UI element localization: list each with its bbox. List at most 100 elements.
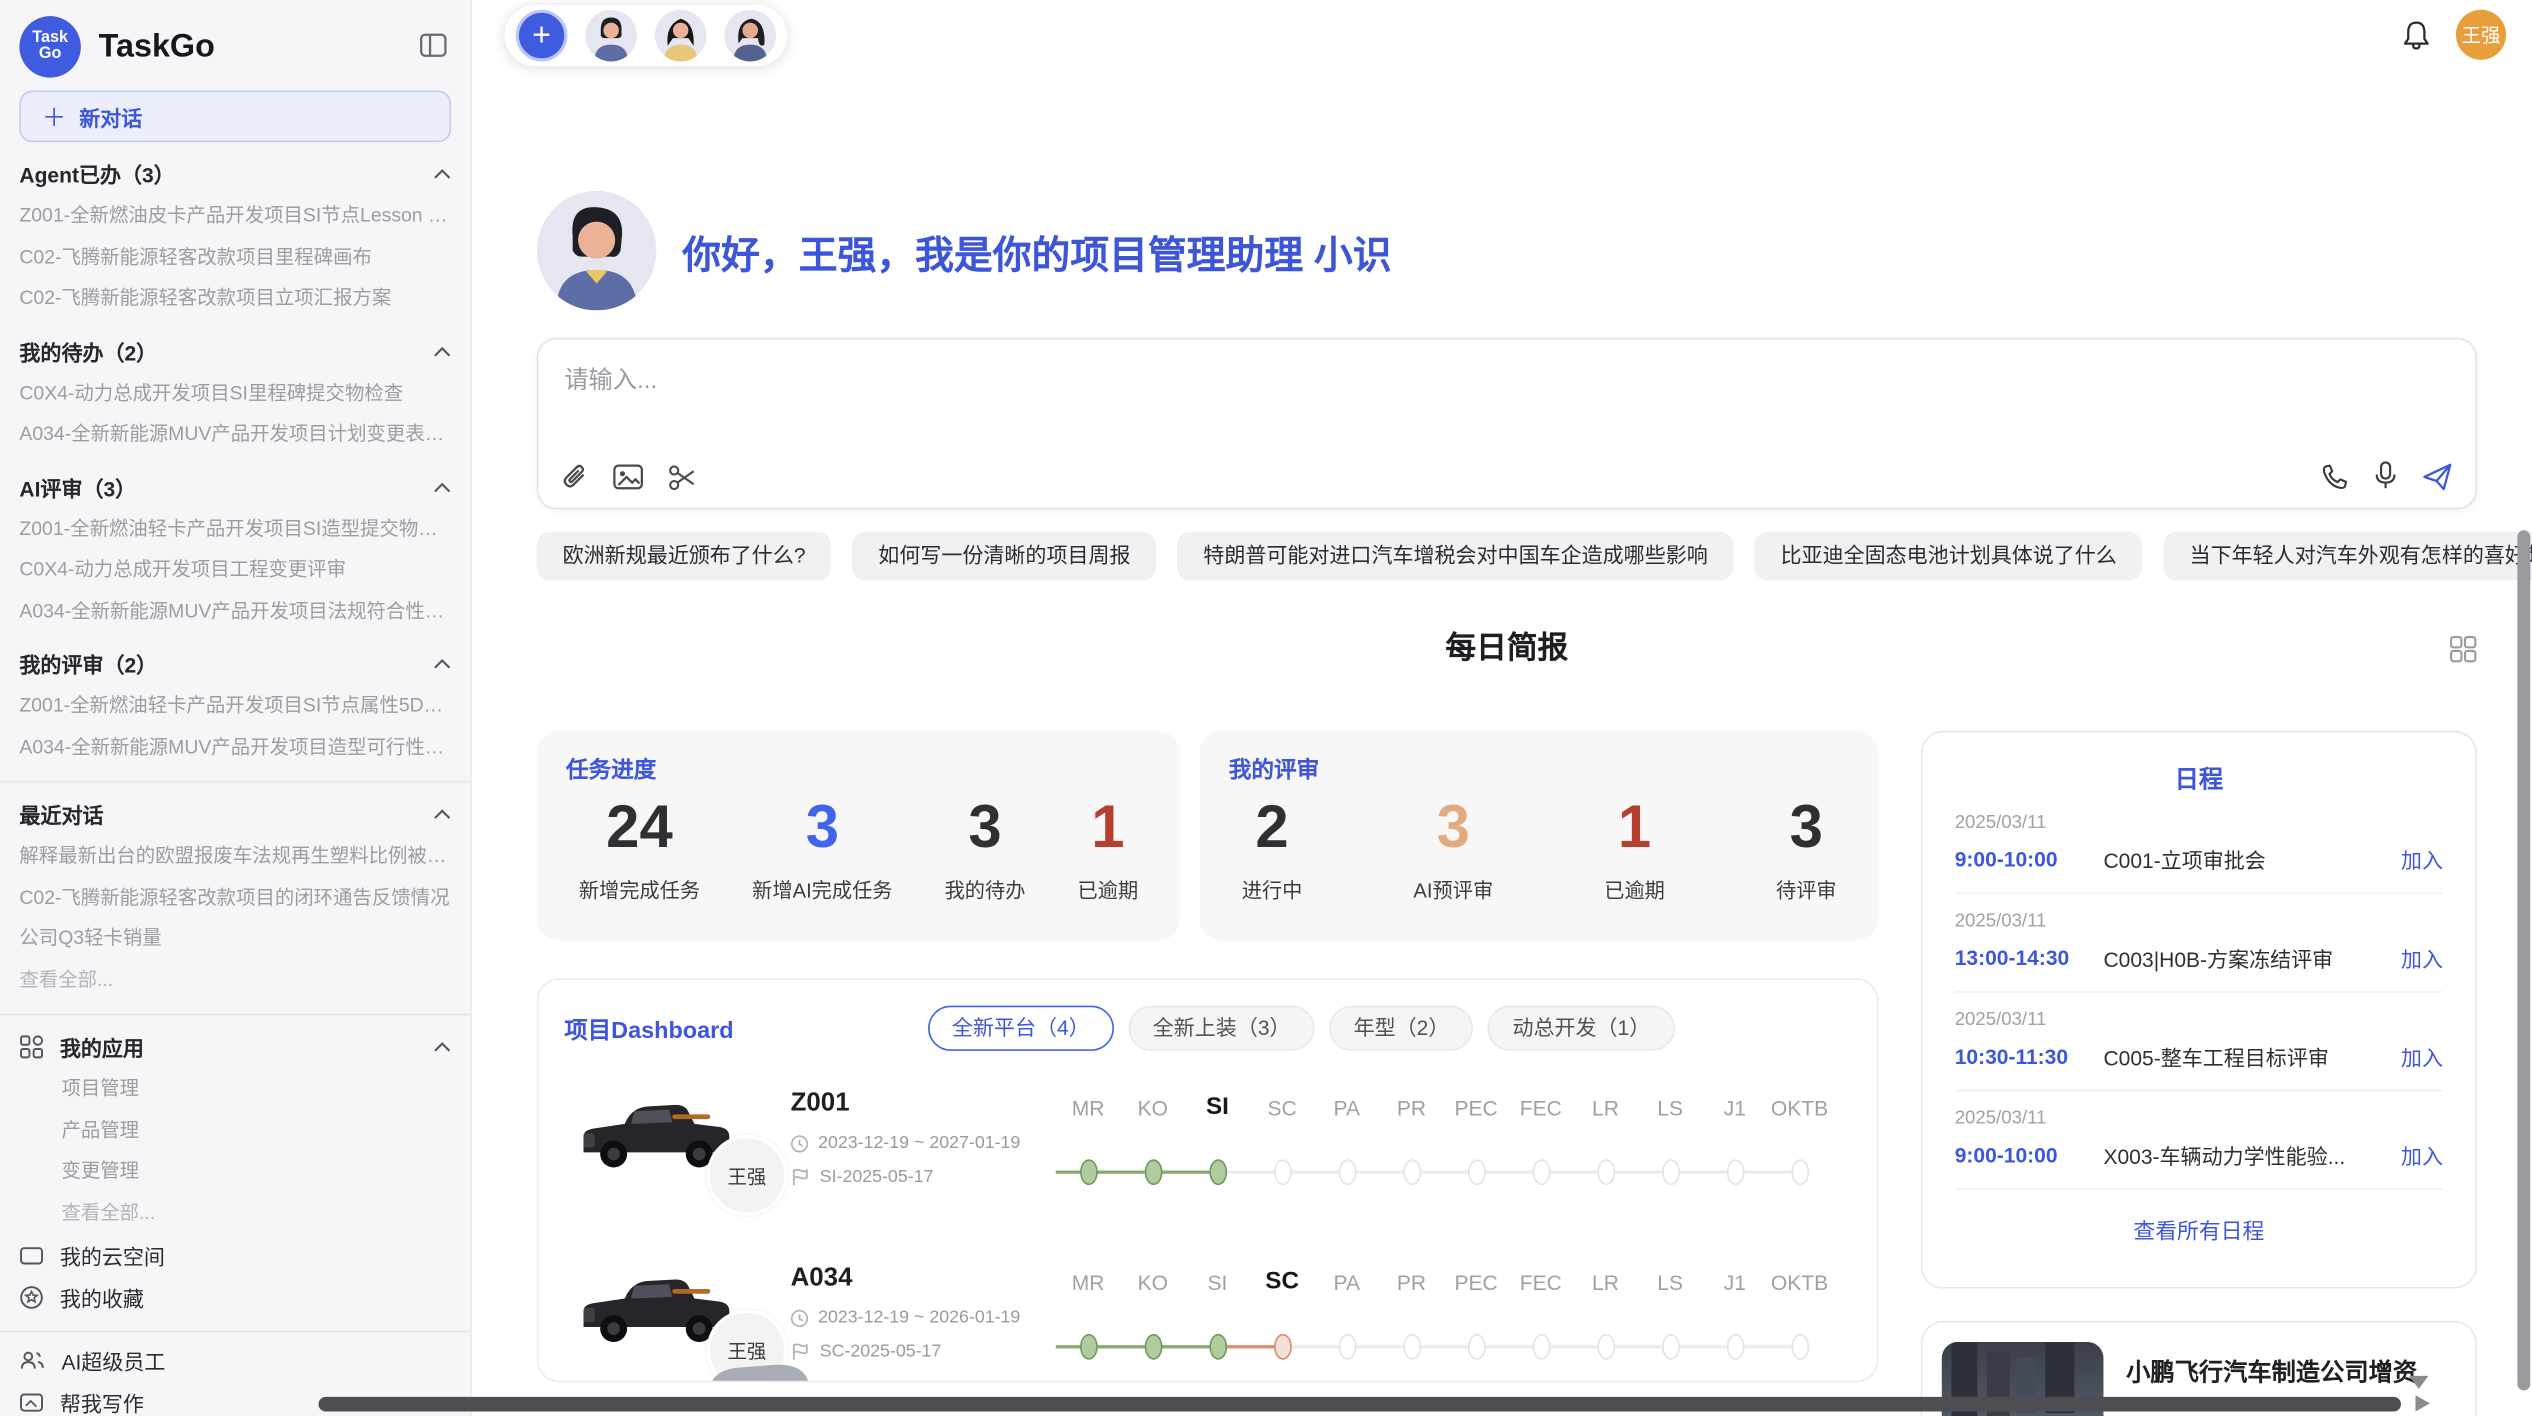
milestone-node	[1467, 1334, 1485, 1360]
stat-value: 1	[1604, 792, 1665, 863]
attachment-icon[interactable]	[561, 462, 588, 491]
sidebar-item-ai-super-staff[interactable]: AI超级员工	[19, 1339, 451, 1381]
list-item[interactable]: 公司Q3轻卡销量	[19, 918, 451, 959]
vertical-scrollbar-thumb[interactable]	[2517, 530, 2530, 1390]
section-header-agent-done[interactable]: Agent已办（3）	[19, 152, 451, 196]
greeting-row: 你好，王强，我是你的项目管理助理 小识	[537, 191, 2477, 311]
milestone-node	[1273, 1159, 1291, 1185]
join-link[interactable]: 加入	[2401, 1041, 2443, 1072]
layout-grid-icon[interactable]	[2449, 635, 2476, 662]
milestone-node	[1403, 1159, 1421, 1185]
join-link[interactable]: 加入	[2401, 844, 2443, 875]
sidebar-item-product-mgmt[interactable]: 产品管理	[19, 1110, 451, 1151]
clock-icon	[791, 1134, 809, 1152]
view-all-schedule-link[interactable]: 查看所有日程	[1955, 1213, 2443, 1245]
phone-call-icon[interactable]	[2320, 462, 2349, 491]
folder-icon	[19, 1244, 43, 1265]
image-upload-icon[interactable]	[613, 464, 644, 490]
sidebar-collapse-icon[interactable]	[419, 31, 448, 60]
microphone-icon[interactable]	[2373, 461, 2397, 492]
tab-powertrain[interactable]: 动总开发（1）	[1488, 1006, 1674, 1051]
list-item[interactable]: C02-飞腾新能源轻客改款项目里程碑画布	[19, 237, 451, 278]
tab-model-year[interactable]: 年型（2）	[1329, 1006, 1473, 1051]
stat-label: 已逾期	[1078, 873, 1139, 904]
sidebar-item-cloud-space[interactable]: 我的云空间	[19, 1234, 451, 1276]
schedule-time: 10:30-11:30	[1955, 1044, 2104, 1068]
list-item[interactable]: 解释最新出台的欧盟报废车法规再生塑料比例被调至15%...	[19, 836, 451, 877]
tab-new-body[interactable]: 全新上装（3）	[1129, 1006, 1315, 1051]
milestone-label: LR	[1573, 1271, 1638, 1295]
suggestion-chip[interactable]: 如何写一份清晰的项目周报	[852, 532, 1156, 581]
stat: 3 AI预评审	[1413, 792, 1493, 904]
assistant-avatar	[537, 191, 657, 311]
stat-value: 3	[1776, 792, 1837, 863]
card-title: 任务进度	[566, 753, 1151, 785]
list-item[interactable]: Z001-全新燃油轻卡产品开发项目SI节点属性5D文件评审	[19, 686, 451, 727]
project-row-z001[interactable]: 王强 Z001 2023-12-19 ~ 2027-01-19	[564, 1077, 1845, 1226]
scroll-down-arrow-icon[interactable]	[2409, 1376, 2428, 1389]
list-item[interactable]: Z001-全新燃油皮卡产品开发项目SI节点Lesson Learn报告	[19, 196, 451, 237]
flag-icon	[791, 1342, 810, 1361]
suggestion-chip[interactable]: 当下年轻人对汽车外观有怎样的喜好趋势	[2164, 532, 2532, 581]
dashboard-header: 项目Dashboard 全新平台（4） 全新上装（3） 年型（2） 动总开发（1…	[564, 1006, 1845, 1051]
join-link[interactable]: 加入	[2401, 943, 2443, 974]
sidebar-item-favorites[interactable]: 我的收藏	[19, 1276, 451, 1318]
schedule-event-title: C001-立项审批会	[2103, 844, 2388, 875]
milestone-node	[1791, 1159, 1809, 1185]
apps-view-all-link[interactable]: 查看全部...	[19, 1192, 451, 1233]
section-header-my-review[interactable]: 我的评审（2）	[19, 642, 451, 686]
schedule-time: 9:00-10:00	[1955, 1143, 2104, 1167]
stat: 3 我的待办	[945, 792, 1026, 904]
stat-value: 3	[752, 792, 892, 863]
section-header-my-apps[interactable]: 我的应用	[19, 1025, 451, 1069]
scissors-icon[interactable]	[668, 463, 697, 490]
milestone-label: OKTB	[1767, 1096, 1832, 1120]
project-code: A034	[791, 1264, 1056, 1293]
list-item[interactable]: A034-全新新能源MUV产品开发项目法规符合性评审	[19, 591, 451, 632]
milestone-label: PEC	[1444, 1271, 1509, 1295]
horizontal-scrollbar-thumb[interactable]	[319, 1397, 2401, 1412]
suggestion-chip[interactable]: 欧洲新规最近颁布了什么?	[537, 532, 832, 581]
taskgo-logo-icon: Task Go	[19, 16, 80, 77]
sidebar-item-project-mgmt[interactable]: 项目管理	[19, 1069, 451, 1110]
suggestion-chip[interactable]: 特朗普可能对进口汽车增税会对中国车企造成哪些影响	[1177, 532, 1733, 581]
sidebar-item-label: 我的云空间	[60, 1239, 165, 1270]
divider	[0, 1014, 470, 1016]
card-title: 我的评审	[1229, 753, 1850, 785]
section-header-recent-chats[interactable]: 最近对话	[19, 792, 451, 836]
list-item[interactable]: A034-全新新能源MUV产品开发项目计划变更表编写	[19, 414, 451, 455]
new-chat-button[interactable]: ＋ 新对话	[19, 91, 451, 143]
schedule-time: 13:00-14:30	[1955, 946, 2104, 970]
milestone-label: FEC	[1508, 1096, 1573, 1120]
recent-view-all-link[interactable]: 查看全部...	[19, 960, 451, 1001]
scroll-right-arrow-icon[interactable]	[2415, 1395, 2430, 1411]
list-item[interactable]: C02-飞腾新能源轻客改款项目立项汇报方案	[19, 278, 451, 319]
suggestion-chip[interactable]: 比亚迪全固态电池计划具体说了什么	[1755, 532, 2143, 581]
daily-briefing-header: 每日简报	[537, 629, 2477, 671]
section-header-my-todo[interactable]: 我的待办（2）	[19, 329, 451, 373]
send-icon[interactable]	[2422, 462, 2453, 491]
chat-input-card[interactable]: 请输入...	[537, 338, 2477, 509]
dashboard-tabs: 全新平台（4） 全新上装（3） 年型（2） 动总开发（1）	[928, 1006, 1675, 1051]
stat-label: 进行中	[1242, 873, 1303, 904]
stat-label: 已逾期	[1604, 873, 1665, 904]
milestone-node	[1597, 1159, 1615, 1185]
tab-new-platform[interactable]: 全新平台（4）	[928, 1006, 1114, 1051]
list-item[interactable]: A034-全新新能源MUV产品开发项目造型可行性评审	[19, 727, 451, 768]
people-icon	[19, 1349, 45, 1370]
list-item[interactable]: C0X4-动力总成开发项目SI里程碑提交物检查	[19, 373, 451, 414]
sidebar-item-change-mgmt[interactable]: 变更管理	[19, 1151, 451, 1192]
milestone-label: PA	[1314, 1096, 1379, 1120]
milestone-label-current: SC	[1250, 1268, 1315, 1295]
milestone-label: J1	[1702, 1271, 1767, 1295]
milestone-node	[1532, 1334, 1550, 1360]
section-header-ai-review[interactable]: AI评审（3）	[19, 465, 451, 509]
section-title: AI评审（3）	[19, 471, 136, 502]
list-item[interactable]: Z001-全新燃油轻卡产品开发项目SI造型提交物评审	[19, 508, 451, 549]
join-link[interactable]: 加入	[2401, 1140, 2443, 1171]
list-item[interactable]: C02-飞腾新能源轻客改款项目的闭环通告反馈情况	[19, 877, 451, 918]
stat-value: 2	[1242, 792, 1303, 863]
stat: 3 新增AI完成任务	[752, 792, 892, 904]
schedule-item: 2025/03/11 10:30-11:30 C005-整车工程目标评审 加入	[1955, 1010, 2443, 1091]
list-item[interactable]: C0X4-动力总成开发项目工程变更评审	[19, 550, 451, 591]
